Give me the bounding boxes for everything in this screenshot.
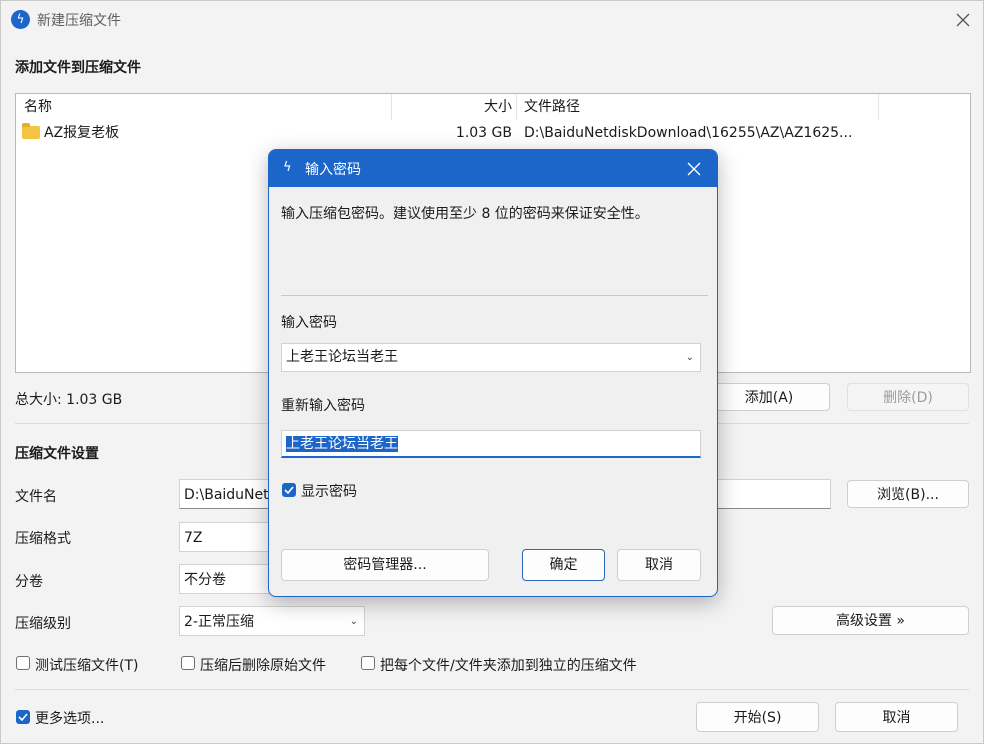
each-separate-label[interactable]: 把每个文件/文件夹添加到独立的压缩文件: [380, 655, 637, 675]
dialog-title: 输入密码: [305, 162, 361, 178]
start-button[interactable]: 开始(S): [696, 702, 819, 732]
folder-icon: [22, 123, 40, 139]
more-options-label[interactable]: 更多选项...: [35, 708, 104, 728]
level-select[interactable]: 2-正常压缩 ⌄: [179, 606, 365, 636]
browse-button[interactable]: 浏览(B)...: [847, 480, 969, 508]
list-item[interactable]: AZ报复老板 1.03 GB D:\BaiduNetdiskDownload\1…: [16, 121, 970, 145]
show-password-label[interactable]: 显示密码: [301, 481, 357, 501]
chevron-down-icon: ⌄: [349, 616, 358, 627]
confirm-password-label: 重新输入密码: [281, 398, 365, 414]
password-manager-button[interactable]: 密码管理器...: [281, 549, 489, 581]
file-list-header: 名称 大小 文件路径: [16, 94, 970, 120]
level-label: 压缩级别: [15, 616, 71, 632]
close-icon: [687, 162, 701, 176]
advanced-settings-button[interactable]: 高级设置 »: [772, 606, 969, 635]
dialog-cancel-button[interactable]: 取消: [617, 549, 701, 581]
more-options-checkbox[interactable]: [16, 710, 30, 724]
divider: [281, 295, 708, 296]
volume-label: 分卷: [15, 574, 43, 590]
app-logo-icon: ϟ: [283, 160, 292, 175]
dialog-close-button[interactable]: [679, 156, 709, 182]
files-section-title: 添加文件到压缩文件: [15, 60, 141, 76]
level-value: 2-正常压缩: [184, 614, 254, 630]
dialog-title-bar: ϟ 输入密码: [269, 150, 717, 187]
volume-value: 不分卷: [184, 572, 226, 588]
chevron-down-icon[interactable]: ⌄: [686, 344, 694, 371]
column-divider[interactable]: [878, 94, 879, 120]
ok-button[interactable]: 确定: [522, 549, 605, 581]
dialog-description: 输入压缩包密码。建议使用至少 8 位的密码来保证安全性。: [281, 206, 649, 222]
filename-label: 文件名: [15, 489, 57, 505]
delete-button[interactable]: 删除(D): [847, 383, 969, 411]
file-path: D:\BaiduNetdiskDownload\16255\AZ\AZ1625.…: [524, 125, 853, 141]
window-close-button[interactable]: [949, 7, 977, 33]
format-value: 7Z: [184, 530, 203, 546]
each-separate-checkbox[interactable]: [361, 656, 375, 670]
window-title: 新建压缩文件: [37, 13, 121, 29]
password-value: 上老王论坛当老王: [286, 349, 398, 365]
column-header-name[interactable]: 名称: [24, 94, 52, 120]
settings-section-title: 压缩文件设置: [15, 446, 99, 462]
confirm-password-value: 上老王论坛当老王: [286, 436, 398, 452]
password-dialog: ϟ 输入密码 输入压缩包密码。建议使用至少 8 位的密码来保证安全性。 输入密码…: [268, 149, 718, 597]
file-name: AZ报复老板: [44, 125, 120, 141]
column-header-path[interactable]: 文件路径: [524, 94, 580, 120]
title-bar: ϟ 新建压缩文件: [1, 1, 983, 39]
show-password-checkbox[interactable]: [282, 483, 296, 497]
checkmark-icon: [18, 713, 28, 722]
column-header-size[interactable]: 大小: [392, 94, 512, 120]
file-size: 1.03 GB: [455, 125, 512, 141]
app-logo-icon: ϟ: [11, 10, 30, 29]
divider: [15, 689, 969, 690]
cancel-button[interactable]: 取消: [835, 702, 958, 732]
checkmark-icon: [284, 486, 294, 495]
close-icon: [956, 13, 970, 27]
confirm-password-input[interactable]: 上老王论坛当老王: [281, 430, 701, 458]
delete-after-checkbox[interactable]: [181, 656, 195, 670]
password-label: 输入密码: [281, 315, 337, 331]
total-size: 总大小: 1.03 GB: [15, 392, 123, 408]
format-label: 压缩格式: [15, 531, 71, 547]
test-archive-checkbox[interactable]: [16, 656, 30, 670]
password-input[interactable]: 上老王论坛当老王 ⌄: [281, 343, 701, 372]
delete-after-label[interactable]: 压缩后删除原始文件: [200, 655, 326, 675]
column-divider[interactable]: [516, 94, 517, 120]
add-button[interactable]: 添加(A): [708, 383, 830, 411]
test-archive-label[interactable]: 测试压缩文件(T): [35, 655, 138, 675]
